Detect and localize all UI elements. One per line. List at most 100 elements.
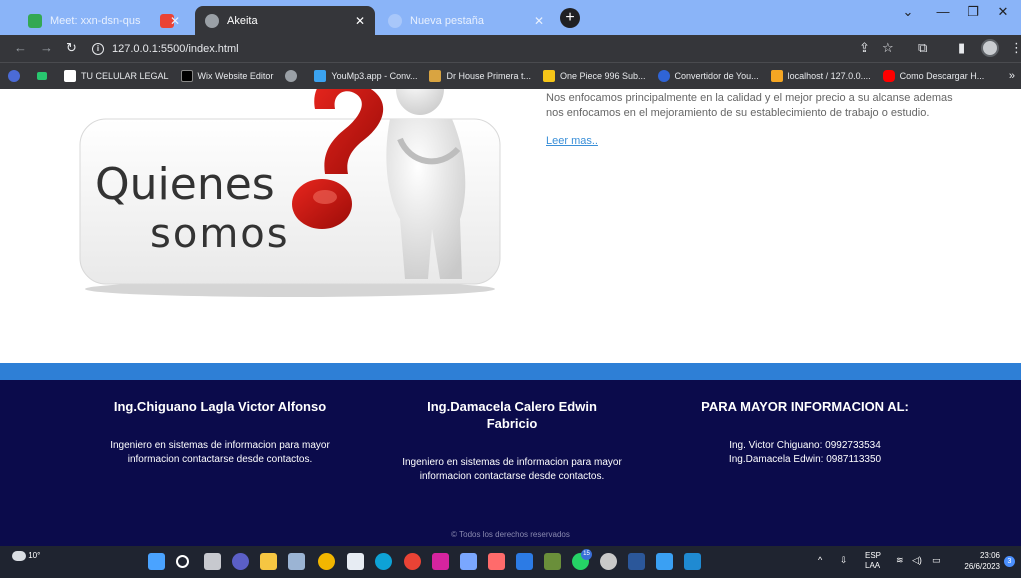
start-icon[interactable] (148, 553, 165, 570)
share-icon[interactable]: ⇪ (859, 40, 870, 56)
about-description: Nos enfocamos principalmente en la calid… (546, 92, 953, 119)
language-indicator[interactable]: ESP LAA (865, 551, 881, 571)
bookmarks-bar: TU CELULAR LEGAL Wix Website Editor YouM… (0, 62, 1021, 89)
minecraft-icon[interactable] (544, 553, 561, 570)
wix-icon (180, 70, 193, 82)
close-icon[interactable]: ✕ (355, 14, 365, 28)
back-button[interactable]: ← (14, 40, 27, 55)
store-icon[interactable] (288, 553, 305, 570)
bookmark-star-icon[interactable]: ☆ (882, 40, 894, 56)
globe-icon (285, 70, 298, 82)
chat-icon[interactable] (232, 553, 249, 570)
page-viewport: Quienes somos Nos enfocamos principalmen… (0, 89, 1021, 546)
quienes-somos-image: Quienes somos (79, 89, 501, 297)
tab-search-icon[interactable]: ⌄ (893, 4, 923, 20)
search-icon[interactable] (176, 555, 189, 568)
file-explorer-icon[interactable] (260, 553, 277, 570)
notification-badge[interactable]: 3 (1004, 556, 1015, 567)
drhouse-icon (429, 70, 442, 82)
volume-icon[interactable]: ◁) (912, 555, 922, 566)
app2-icon[interactable] (516, 553, 533, 570)
bookmark-item[interactable]: One Piece 996 Sub... (542, 70, 646, 82)
bookmark-item[interactable]: TU CELULAR LEGAL (64, 70, 169, 82)
whatsapp-badge: 15 (581, 549, 592, 560)
tab-strip: Meet: xxn-dsn-qus ✕ Akeita ✕ Nueva pesta… (0, 0, 1021, 35)
minimize-button[interactable]: — (928, 4, 958, 19)
bookmark-arrow-icon[interactable] (37, 72, 52, 80)
extensions-icon[interactable]: ⧉ (918, 40, 927, 56)
footer-phone-victor: Ing. Victor Chiguano: 0992733534 (729, 440, 881, 451)
footer-col1-title: Ing.Chiguano Lagla Victor Alfonso (113, 399, 327, 414)
chrome-icon (388, 13, 402, 28)
bookmark-item[interactable]: YouMp3.app - Conv... (314, 70, 417, 82)
calendar-icon[interactable] (347, 553, 364, 570)
url-text: 127.0.0.1:5500/index.html (112, 42, 239, 55)
vscode-icon[interactable] (684, 553, 701, 570)
footer-contact-victor: Ing.Chiguano Lagla Victor Alfonso Ingeni… (110, 398, 330, 467)
bookmark-item[interactable]: localhost / 127.0.0.... (770, 70, 871, 82)
footer-more-info: PARA MAYOR INFORMACION AL: Ing. Victor C… (695, 398, 915, 467)
instagram-icon[interactable] (432, 553, 449, 570)
bookmark-item[interactable]: Como Descargar H... (882, 70, 984, 82)
reload-button[interactable]: ↻ (66, 40, 77, 56)
usb-icon[interactable]: ⇩ (840, 555, 848, 566)
forward-button[interactable]: → (40, 40, 53, 55)
copyright: © Todos los derechos reservados (451, 530, 570, 539)
footer-col1-text: Ingeniero en sistemas de informacion par… (110, 440, 330, 465)
bookmark-item[interactable]: Dr House Primera t... (429, 70, 531, 82)
media-icon[interactable] (488, 553, 505, 570)
bookmark-item[interactable]: Convertidor de You... (657, 70, 759, 82)
tab-pinned[interactable]: ✕ (150, 6, 190, 35)
close-icon[interactable]: ✕ (534, 14, 544, 28)
bookmark-app-icon[interactable] (8, 70, 25, 82)
profile-avatar[interactable] (981, 39, 999, 57)
tray-chevron-icon[interactable]: ^ (818, 555, 822, 565)
footer-col2-title: Ing.Damacela Calero Edwin Fabricio (427, 399, 597, 431)
restore-button[interactable]: ❐ (958, 4, 988, 20)
close-window-button[interactable]: ✕ (988, 4, 1018, 20)
wifi-icon[interactable]: ≋ (896, 555, 904, 566)
windows-taskbar: 10° 15 ^ ⇩ ESP LAA ≋ ◁) ▭ 23:06 26/6/202… (0, 546, 1021, 578)
bookmark-item[interactable] (285, 70, 302, 82)
system-clock[interactable]: 23:06 26/6/2023 (958, 550, 1000, 572)
meet-icon (28, 13, 42, 28)
new-tab-button[interactable]: + (560, 8, 580, 28)
tab-title: Akeita (227, 14, 258, 27)
app-icon[interactable] (460, 553, 477, 570)
footer-col3-title: PARA MAYOR INFORMACION AL: (701, 399, 909, 414)
task-view-icon[interactable] (204, 553, 221, 570)
chrome-icon[interactable] (318, 553, 335, 570)
more-bookmarks-icon[interactable]: » (1009, 70, 1015, 82)
tab-akeita[interactable]: Akeita ✕ (195, 6, 375, 35)
weather-widget[interactable]: 10° (12, 551, 40, 561)
cloud-icon (12, 551, 26, 561)
read-more-link[interactable]: Leer mas.. (546, 135, 598, 147)
side-panel-icon[interactable]: ▮ (958, 40, 965, 56)
globe-icon (205, 13, 219, 28)
onepiece-icon (542, 70, 555, 82)
yoump3-icon (314, 70, 327, 82)
tab-new[interactable]: Nueva pestaña ✕ (378, 6, 554, 35)
browser-toolbar: ← → ↻ i 127.0.0.1:5500/index.html ⇪ ☆ ⧉ … (0, 35, 1021, 62)
tab-title: Meet: xxn-dsn-qus (50, 14, 141, 27)
notepad-icon[interactable] (656, 553, 673, 570)
page-icon (64, 70, 76, 82)
word-icon[interactable] (628, 553, 645, 570)
battery-icon[interactable]: ▭ (932, 555, 941, 566)
image-text-somos: somos (150, 211, 290, 257)
tab-title: Nueva pestaña (410, 14, 484, 27)
menu-icon[interactable]: ⋮ (1010, 40, 1021, 56)
address-bar[interactable]: i 127.0.0.1:5500/index.html (92, 38, 882, 59)
site-info-icon[interactable]: i (92, 42, 104, 55)
close-icon[interactable]: ✕ (170, 14, 180, 28)
footer-contact-edwin: Ing.Damacela Calero Edwin Fabricio Ingen… (402, 398, 622, 484)
footer-phone-edwin: Ing.Damacela Edwin: 0987113350 (728, 454, 882, 465)
footer-accent-bar (0, 363, 1021, 380)
bookmark-item[interactable]: Wix Website Editor (180, 70, 273, 82)
phpmyadmin-icon (770, 70, 783, 82)
image-text-quienes: Quienes (95, 159, 275, 210)
site-footer: Ing.Chiguano Lagla Victor Alfonso Ingeni… (0, 380, 1021, 546)
chrome-alt-icon[interactable] (404, 553, 421, 570)
edge-icon[interactable] (375, 553, 392, 570)
github-icon[interactable] (600, 553, 617, 570)
